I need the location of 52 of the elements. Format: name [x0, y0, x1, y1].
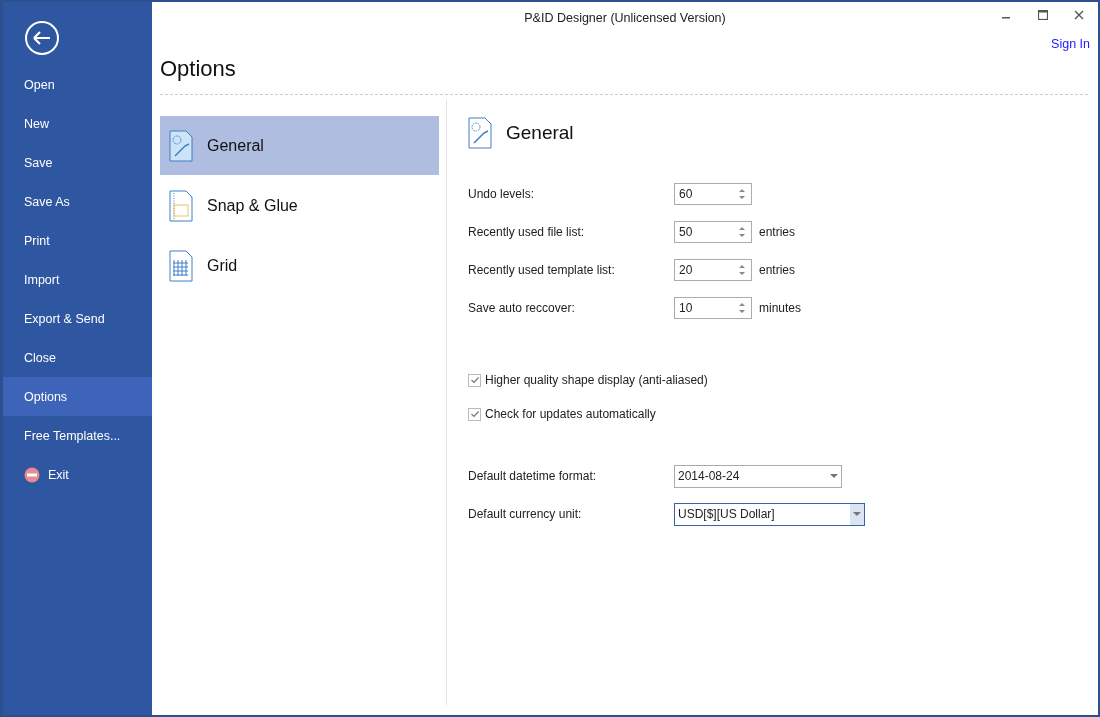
sidebar-item[interactable]: Options — [3, 377, 152, 416]
sidebar-item[interactable]: Close — [3, 338, 152, 377]
no-entry-icon — [24, 466, 40, 483]
dropdown[interactable]: 2014-08-24 — [674, 464, 842, 488]
checkbox-label: Check for updates automatically — [485, 407, 656, 421]
checkbox-label: Higher quality shape display (anti-aliased) — [485, 373, 708, 387]
category-item[interactable]: Grid — [160, 236, 439, 295]
check-mark-icon — [469, 375, 480, 385]
page-title: Options — [160, 56, 236, 82]
category-item[interactable]: General — [160, 116, 439, 175]
document-snap-icon — [169, 189, 193, 222]
close-icon[interactable] — [1074, 10, 1084, 20]
sign-in-link[interactable]: Sign In — [1051, 37, 1090, 51]
sidebar-item[interactable]: Save As — [3, 182, 152, 221]
document-grid-icon — [169, 249, 193, 282]
check-mark-icon — [469, 409, 480, 419]
sidebar-item[interactable]: New — [3, 104, 152, 143]
caret-icon[interactable] — [853, 512, 861, 516]
caret-icon[interactable] — [830, 474, 838, 478]
dropdown[interactable]: USD[$][US Dollar] — [674, 502, 865, 526]
number-spinner[interactable]: 10 — [674, 297, 752, 319]
number-spinner[interactable]: 50 — [674, 221, 752, 243]
number-spinner[interactable]: 60 — [674, 183, 752, 205]
sidebar-item[interactable]: Import — [3, 260, 152, 299]
field-label: Undo levels: — [468, 187, 536, 201]
unit-label: entries — [759, 263, 796, 277]
spin-arrows-icon[interactable] — [739, 188, 745, 200]
document-gear-icon — [468, 117, 492, 149]
number-spinner[interactable]: 20 — [674, 259, 752, 281]
field-label: Recently used template list: — [468, 263, 616, 277]
field-label: Default currency unit: — [468, 507, 583, 521]
category-item[interactable]: Snap & Glue — [160, 176, 439, 235]
document-gear-icon — [169, 129, 193, 162]
field-label: Default datetime format: — [468, 469, 598, 483]
sidebar-item[interactable]: Free Templates... — [3, 416, 152, 455]
checkbox[interactable] — [468, 407, 481, 421]
unit-label: minutes — [759, 301, 802, 315]
sidebar-item[interactable]: Open — [3, 65, 152, 104]
sidebar-item[interactable]: Exit — [3, 455, 152, 494]
field-label: Recently used file list: — [468, 225, 586, 239]
sidebar-item[interactable]: Print — [3, 221, 152, 260]
sidebar-item[interactable]: Export & Send — [3, 299, 152, 338]
checkbox[interactable] — [468, 373, 481, 387]
spin-arrows-icon[interactable] — [739, 264, 745, 276]
section-title: General — [506, 122, 574, 144]
spin-arrows-icon[interactable] — [739, 302, 745, 314]
field-label: Save auto reccover: — [468, 301, 576, 315]
maximize-icon[interactable] — [1038, 10, 1048, 20]
unit-label: entries — [759, 225, 796, 239]
window-title: P&ID Designer (Unlicensed Version) — [524, 11, 726, 25]
spin-arrows-icon[interactable] — [739, 226, 745, 238]
sidebar-item[interactable]: Save — [3, 143, 152, 182]
